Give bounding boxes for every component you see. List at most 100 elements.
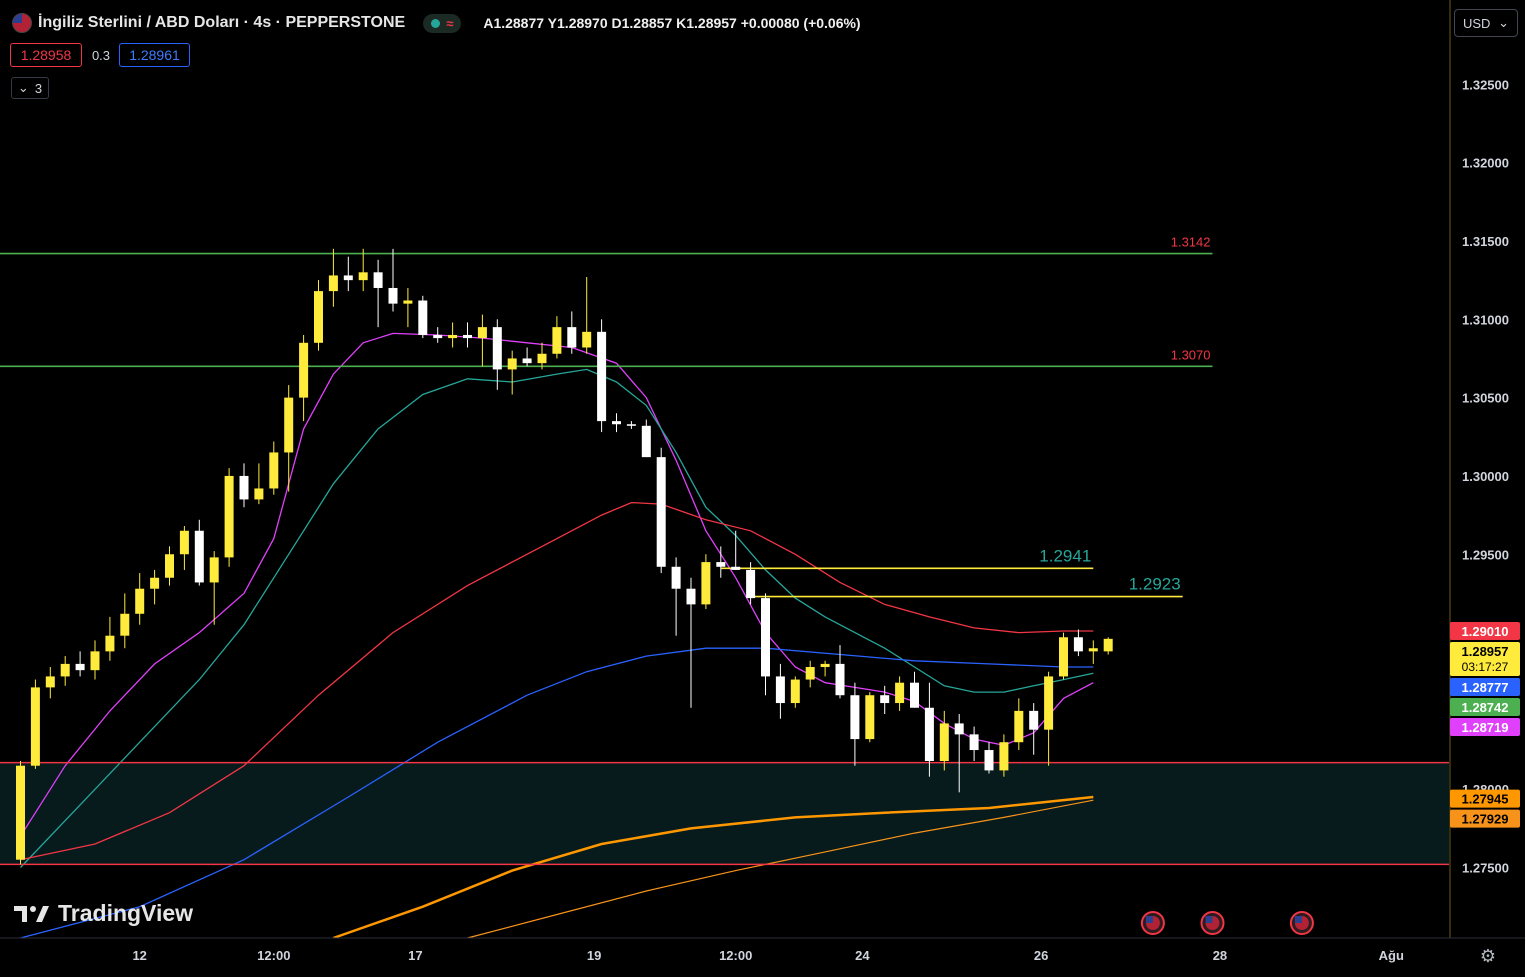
candle-body[interactable]: [209, 557, 219, 583]
candle-body[interactable]: [224, 475, 234, 558]
candle-body[interactable]: [924, 707, 934, 762]
price-label: 1.28957: [1462, 644, 1509, 659]
buy-button[interactable]: 1.28961: [119, 43, 190, 67]
candle-body[interactable]: [984, 750, 994, 771]
candle-body[interactable]: [746, 569, 756, 599]
candle-body[interactable]: [716, 562, 726, 567]
candle-body[interactable]: [150, 577, 160, 589]
candle-body[interactable]: [775, 676, 785, 704]
candle-body[interactable]: [328, 275, 338, 292]
candle-body[interactable]: [254, 488, 264, 500]
tradingview-logo[interactable]: TradingView: [14, 900, 193, 927]
candle-body[interactable]: [865, 695, 875, 740]
sell-button[interactable]: 1.28958: [10, 43, 82, 67]
candle-body[interactable]: [597, 331, 607, 422]
candle-body[interactable]: [135, 588, 145, 614]
candle-body[interactable]: [1059, 637, 1068, 677]
ohlc-values: A1.28877 Y1.28970 D1.28857 K1.28957 +0.0…: [483, 15, 861, 31]
candle-body[interactable]: [373, 272, 383, 288]
candle-body[interactable]: [537, 353, 547, 364]
candle-body[interactable]: [105, 635, 115, 652]
candle-body[interactable]: [552, 327, 562, 354]
currency-select[interactable]: USD ⌄: [1454, 9, 1518, 37]
chevron-down-icon: ⌄: [1498, 15, 1509, 30]
candle-body[interactable]: [626, 424, 636, 426]
candle-body[interactable]: [492, 327, 502, 370]
candle-body[interactable]: [1103, 638, 1113, 652]
candle-body[interactable]: [805, 667, 815, 680]
candle-body[interactable]: [790, 679, 800, 704]
candle-body[interactable]: [656, 457, 666, 567]
candle-body[interactable]: [999, 742, 1009, 771]
candle-body[interactable]: [567, 327, 577, 348]
flag-canton: [1205, 916, 1213, 923]
candle-body[interactable]: [1014, 710, 1024, 743]
candle-body[interactable]: [179, 530, 189, 555]
candle-body[interactable]: [835, 663, 845, 696]
candle-body[interactable]: [388, 287, 398, 304]
candle-body[interactable]: [60, 663, 70, 677]
price-tick-label: 1.32000: [1462, 156, 1509, 171]
candle-body[interactable]: [284, 397, 294, 453]
candle-body[interactable]: [880, 695, 890, 704]
price-tick-label: 1.31000: [1462, 312, 1509, 327]
candle-body[interactable]: [30, 687, 40, 766]
candle-body[interactable]: [731, 566, 741, 570]
candle-body[interactable]: [820, 663, 830, 668]
candle-body[interactable]: [582, 331, 592, 348]
time-tick-label: 12: [132, 948, 146, 963]
candle-body[interactable]: [463, 334, 472, 339]
candle-body[interactable]: [1044, 676, 1054, 730]
candle-body[interactable]: [910, 682, 919, 708]
market-status[interactable]: ≈: [423, 13, 462, 33]
candle-body[interactable]: [969, 734, 979, 751]
time-tick-label: 19: [587, 948, 601, 963]
candle-body[interactable]: [239, 475, 249, 500]
candle-body[interactable]: [16, 765, 25, 860]
candle-body[interactable]: [403, 300, 413, 304]
candle-body[interactable]: [448, 334, 458, 339]
candle-body[interactable]: [761, 598, 770, 677]
candle-body[interactable]: [939, 723, 949, 762]
price-chart[interactable]: 1.3142 1.3070 1.2941 1.2923 1.32500 1.32000 1.…: [0, 0, 1525, 977]
candle-body[interactable]: [1073, 637, 1083, 652]
candle-body[interactable]: [90, 651, 100, 671]
candle-body[interactable]: [671, 566, 681, 589]
price-label: 1.28719: [1462, 720, 1509, 735]
candle-body[interactable]: [120, 613, 130, 636]
candle-body[interactable]: [954, 723, 964, 735]
candle-body[interactable]: [895, 682, 905, 704]
candle-body[interactable]: [641, 425, 651, 458]
candle-body[interactable]: [343, 275, 353, 281]
chart-header: İngiliz Sterlini / ABD Doları · 4s · PEP…: [12, 12, 861, 34]
candle-body[interactable]: [433, 334, 443, 339]
price-label: 1.29010: [1462, 624, 1509, 639]
candle-body[interactable]: [194, 530, 204, 583]
candle-body[interactable]: [269, 452, 279, 489]
level-label: 1.2923: [1129, 575, 1181, 594]
settings-gear-icon[interactable]: ⚙: [1478, 946, 1498, 966]
candle-body[interactable]: [477, 327, 487, 339]
candle-body[interactable]: [686, 588, 696, 605]
indicators-toggle-button[interactable]: ⌄ 3: [11, 77, 49, 99]
level-label: 1.2941: [1039, 546, 1091, 565]
candle-body[interactable]: [1029, 710, 1039, 730]
logo-text: TradingView: [58, 900, 194, 926]
candle-body[interactable]: [612, 421, 621, 425]
candle-body[interactable]: [299, 342, 309, 398]
candle-body[interactable]: [522, 358, 532, 364]
market-open-dot-icon: [431, 18, 441, 28]
candle-body[interactable]: [701, 562, 711, 605]
candle-body[interactable]: [358, 272, 368, 281]
candle-body[interactable]: [75, 663, 85, 671]
candle-body[interactable]: [314, 291, 323, 343]
candle-body[interactable]: [1088, 648, 1098, 652]
candle-body[interactable]: [507, 358, 517, 370]
candle-body[interactable]: [850, 695, 860, 740]
candle-body[interactable]: [418, 300, 428, 335]
level-label: 1.3070: [1171, 347, 1211, 362]
candle-body[interactable]: [45, 676, 55, 688]
symbol-title[interactable]: İngiliz Sterlini / ABD Doları · 4s · PEP…: [38, 14, 405, 32]
price-tick-label: 1.30500: [1462, 391, 1509, 406]
candle-body[interactable]: [165, 554, 174, 578]
